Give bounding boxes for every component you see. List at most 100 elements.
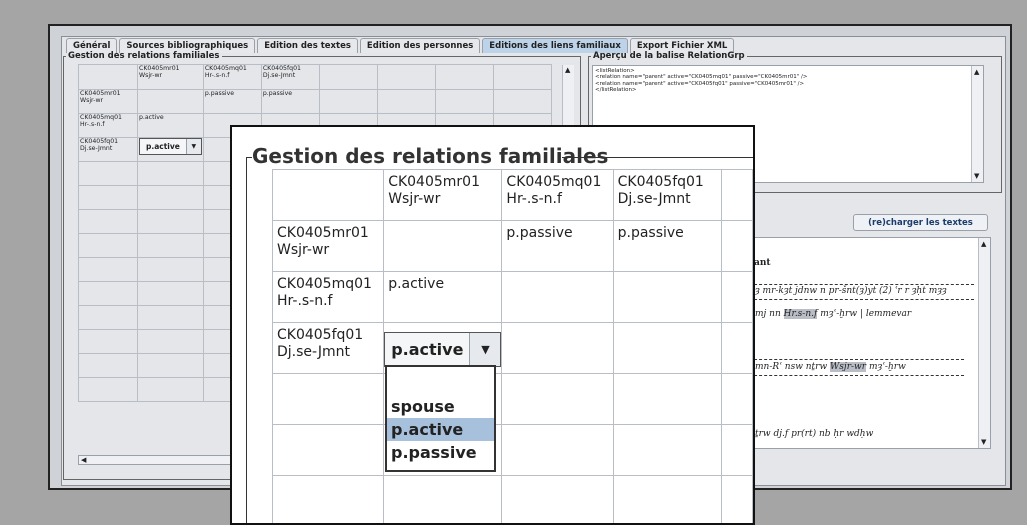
col-header-3[interactable]: CK0405fq01Dj.se-Jmnt bbox=[261, 65, 319, 90]
empty-cell[interactable] bbox=[502, 425, 613, 476]
scroll-down-icon[interactable]: ▼ bbox=[974, 172, 979, 180]
empty-cell[interactable] bbox=[138, 186, 204, 210]
scroll-up-icon[interactable]: ▲ bbox=[974, 68, 979, 76]
empty-cell[interactable] bbox=[319, 65, 377, 90]
relation-cell[interactable] bbox=[384, 221, 502, 272]
relation-cell[interactable]: p.passive bbox=[613, 221, 722, 272]
relations-panel-title: Gestion des relations familiales bbox=[66, 52, 222, 61]
row-header-2[interactable]: CK0405mq01Hr-.s-n.f bbox=[79, 114, 138, 138]
zoom-panel-title: Gestion des relations familiales bbox=[252, 145, 608, 167]
scroll-up-icon[interactable]: ▲ bbox=[981, 240, 986, 248]
empty-cell[interactable] bbox=[613, 476, 722, 525]
empty-cell[interactable] bbox=[435, 65, 493, 90]
empty-cell[interactable] bbox=[138, 234, 204, 258]
empty-cell[interactable] bbox=[613, 425, 722, 476]
empty-cell[interactable] bbox=[79, 378, 138, 402]
zoom-relations-table: CK0405mr01Wsjr-wr CK0405mq01Hr-.s-n.f CK… bbox=[272, 169, 753, 525]
empty-cell[interactable] bbox=[79, 258, 138, 282]
zoom-frame-border bbox=[246, 157, 247, 525]
empty-cell[interactable] bbox=[722, 221, 753, 272]
empty-cell[interactable] bbox=[493, 90, 551, 114]
relation-cell-editing[interactable]: p.active▼ bbox=[138, 138, 204, 162]
relation-cell[interactable]: p.active bbox=[138, 114, 204, 138]
col-header-1[interactable]: CK0405mr01Wsjr-wr bbox=[138, 65, 204, 90]
row-header-3[interactable]: CK0405fq01Dj.se-Jmnt bbox=[273, 323, 384, 374]
empty-cell[interactable] bbox=[79, 162, 138, 186]
chevron-down-icon[interactable]: ▼ bbox=[469, 333, 500, 366]
tab-edition-textes[interactable]: Edition des textes bbox=[257, 38, 358, 53]
empty-cell[interactable] bbox=[138, 258, 204, 282]
relation-dropdown-list: spouse p.active p.passive bbox=[385, 365, 496, 472]
person-highlight[interactable]: Hr.s-n.f bbox=[784, 309, 818, 319]
empty-cell[interactable] bbox=[273, 374, 384, 425]
empty-cell[interactable] bbox=[138, 306, 204, 330]
col-header-2[interactable]: CK0405mq01Hr-.s-n.f bbox=[203, 65, 261, 90]
empty-cell[interactable] bbox=[138, 354, 204, 378]
relation-cell[interactable] bbox=[502, 272, 613, 323]
empty-cell[interactable] bbox=[138, 378, 204, 402]
xml-preview-title: Aperçu de la balise RelationGrp bbox=[591, 52, 747, 61]
option-p-active[interactable]: p.active bbox=[387, 418, 494, 441]
empty-cell[interactable] bbox=[722, 272, 753, 323]
row-header-1[interactable]: CK0405mr01Wsjr-wr bbox=[79, 90, 138, 114]
relation-cell[interactable] bbox=[613, 323, 722, 374]
empty-cell[interactable] bbox=[377, 65, 435, 90]
empty-cell[interactable] bbox=[79, 354, 138, 378]
col-header-2[interactable]: CK0405mq01Hr-.s-n.f bbox=[502, 170, 613, 221]
relation-cell[interactable]: p.active bbox=[384, 272, 502, 323]
empty-cell[interactable] bbox=[273, 425, 384, 476]
empty-cell[interactable] bbox=[138, 162, 204, 186]
empty-cell[interactable] bbox=[502, 374, 613, 425]
relation-cell[interactable]: p.passive bbox=[261, 90, 319, 114]
empty-cell[interactable] bbox=[138, 210, 204, 234]
empty-cell[interactable] bbox=[722, 170, 753, 221]
row-header-2[interactable]: CK0405mq01Hr-.s-n.f bbox=[273, 272, 384, 323]
relations-horizontal-scrollbar[interactable]: ◀ bbox=[78, 455, 240, 465]
empty-cell[interactable] bbox=[384, 476, 502, 525]
relation-combobox[interactable]: p.active▼ bbox=[384, 332, 501, 367]
scroll-down-icon[interactable]: ▼ bbox=[981, 438, 986, 446]
scroll-left-icon[interactable]: ◀ bbox=[81, 456, 86, 464]
empty-cell[interactable] bbox=[722, 323, 753, 374]
empty-cell[interactable] bbox=[435, 90, 493, 114]
empty-cell[interactable] bbox=[502, 476, 613, 525]
empty-cell[interactable] bbox=[722, 476, 753, 525]
empty-cell[interactable] bbox=[79, 330, 138, 354]
empty-cell[interactable] bbox=[319, 90, 377, 114]
relation-cell[interactable] bbox=[138, 90, 204, 114]
empty-cell[interactable] bbox=[79, 210, 138, 234]
relation-combobox-small[interactable]: p.active▼ bbox=[139, 138, 202, 155]
empty-cell[interactable] bbox=[377, 90, 435, 114]
xml-vertical-scrollbar[interactable]: ▲ ▼ bbox=[971, 66, 983, 182]
reload-texts-button[interactable]: (re)charger les textes bbox=[853, 214, 988, 231]
row-header-3[interactable]: CK0405fq01Dj.se-Jmnt bbox=[79, 138, 138, 162]
col-header-3[interactable]: CK0405fq01Dj.se-Jmnt bbox=[613, 170, 722, 221]
empty-cell[interactable] bbox=[79, 282, 138, 306]
empty-cell[interactable] bbox=[79, 306, 138, 330]
empty-cell[interactable] bbox=[613, 374, 722, 425]
empty-cell[interactable] bbox=[79, 186, 138, 210]
tab-bar: Général Sources bibliographiques Edition… bbox=[66, 38, 736, 52]
relation-cell[interactable] bbox=[613, 272, 722, 323]
relation-cell[interactable] bbox=[502, 323, 613, 374]
empty-cell[interactable] bbox=[138, 330, 204, 354]
empty-cell[interactable] bbox=[273, 476, 384, 525]
text-annotation-box bbox=[749, 359, 964, 376]
scroll-up-icon[interactable]: ▲ bbox=[565, 66, 570, 74]
option-spouse[interactable]: spouse bbox=[387, 395, 494, 418]
empty-cell[interactable] bbox=[722, 374, 753, 425]
tab-edition-personnes[interactable]: Edition des personnes bbox=[360, 38, 480, 53]
empty-cell[interactable] bbox=[138, 282, 204, 306]
relation-cell[interactable]: p.passive bbox=[203, 90, 261, 114]
chevron-down-icon[interactable]: ▼ bbox=[186, 139, 201, 154]
corner-cell bbox=[79, 65, 138, 90]
col-header-1[interactable]: CK0405mr01Wsjr-wr bbox=[384, 170, 502, 221]
row-header-1[interactable]: CK0405mr01Wsjr-wr bbox=[273, 221, 384, 272]
empty-cell[interactable] bbox=[722, 425, 753, 476]
xml-line: </listRelation> bbox=[595, 87, 981, 93]
option-p-passive[interactable]: p.passive bbox=[387, 441, 494, 464]
empty-cell[interactable] bbox=[493, 65, 551, 90]
texts-vertical-scrollbar[interactable]: ▲ ▼ bbox=[978, 238, 990, 448]
empty-cell[interactable] bbox=[79, 234, 138, 258]
relation-cell[interactable]: p.passive bbox=[502, 221, 613, 272]
